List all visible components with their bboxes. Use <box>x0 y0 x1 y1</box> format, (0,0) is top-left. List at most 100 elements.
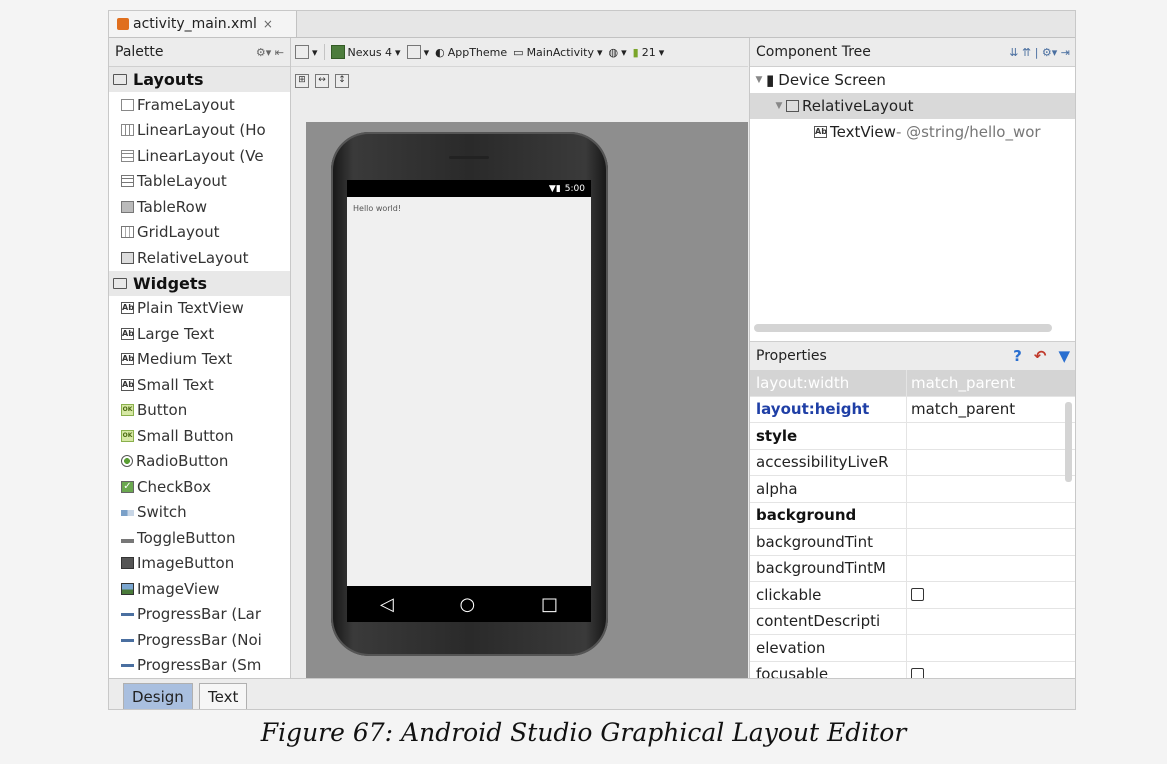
expand-icon[interactable]: ▼ <box>772 101 786 111</box>
property-key: style <box>750 423 907 449</box>
tree-tools-icon[interactable]: ⇊ ⇈ | ⚙▾ ⇥ <box>1009 46 1070 59</box>
properties-table: layout:width match_parent layout:height mat… <box>750 370 1075 688</box>
palette-item[interactable]: Ab Small Text <box>109 372 290 398</box>
property-key: layout:width <box>750 370 907 396</box>
activity-dropdown[interactable]: ▭ MainActivity ▾ <box>513 46 602 59</box>
property-checkbox[interactable] <box>911 588 924 602</box>
palette-item-label: ProgressBar (Noi <box>137 630 262 649</box>
palette-item[interactable]: LinearLayout (Ve <box>109 143 290 169</box>
device-dropdown[interactable]: Nexus 4 ▾ <box>330 45 401 59</box>
undo-icon[interactable]: ↶ <box>1034 347 1047 365</box>
api-label: 21 <box>641 45 656 59</box>
property-row[interactable]: contentDescripti <box>750 608 1075 635</box>
palette-category-layouts[interactable]: Layouts <box>109 67 290 92</box>
properties-scrollbar[interactable] <box>1065 402 1072 482</box>
property-value[interactable] <box>907 556 1075 582</box>
property-value[interactable] <box>907 503 1075 529</box>
palette-settings-icon[interactable]: ⚙▾ ⇤ <box>256 46 284 59</box>
palette-item[interactable]: LinearLayout (Ho <box>109 118 290 144</box>
property-key: elevation <box>750 635 907 661</box>
palette-item-label: LinearLayout (Ve <box>137 146 264 165</box>
palette-item[interactable]: OK Small Button <box>109 423 290 449</box>
property-value[interactable] <box>907 635 1075 661</box>
orientation-dropdown[interactable]: ▾ <box>406 45 429 59</box>
tree-horizontal-scrollbar[interactable] <box>754 324 1052 332</box>
property-key: background <box>750 502 907 528</box>
expand-horizontal-icon[interactable]: ↔ <box>315 74 329 88</box>
tab-design[interactable]: Design <box>123 683 193 709</box>
palette-item-label: Button <box>137 401 188 420</box>
palette-item[interactable]: RadioButton <box>109 449 290 475</box>
api-dropdown[interactable]: ▮ 21 ▾ <box>633 46 665 59</box>
palette-item[interactable]: TableLayout <box>109 169 290 195</box>
palette-item-label: Small Text <box>137 375 214 394</box>
close-tab-icon[interactable]: × <box>263 17 273 31</box>
tab-text[interactable]: Text <box>199 683 248 709</box>
ab-icon: Ab <box>121 353 134 366</box>
expand-icon[interactable]: ▼ <box>752 75 766 85</box>
property-value[interactable] <box>907 529 1075 555</box>
property-row[interactable]: backgroundTint <box>750 529 1075 556</box>
android-icon: ▮ <box>632 45 639 59</box>
property-value[interactable]: match_parent <box>907 397 1075 423</box>
hello-textview[interactable]: Hello world! <box>347 197 591 213</box>
preview-canvas[interactable]: ▼▮ 5:00 Hello world! ◁ ○ □ <box>306 122 748 678</box>
palette-item[interactable]: OK Button <box>109 398 290 424</box>
file-tab-activity-main[interactable]: activity_main.xml × <box>109 11 297 37</box>
phone-icon: ▮ <box>766 71 775 89</box>
property-row[interactable]: accessibilityLiveR <box>750 449 1075 476</box>
property-row[interactable]: alpha <box>750 476 1075 503</box>
property-value[interactable]: match_parent <box>907 370 1075 396</box>
property-row[interactable]: layout:width match_parent <box>750 370 1075 397</box>
palette-item-label: TableRow <box>137 197 207 216</box>
orientation-button[interactable]: ▾ <box>295 45 318 59</box>
palette-item[interactable]: RelativeLayout <box>109 245 290 271</box>
tree-node-label: TextView <box>830 123 896 141</box>
property-value[interactable] <box>907 609 1075 635</box>
palette-item-label: CheckBox <box>137 477 212 496</box>
filter-icon[interactable]: ▼ <box>1058 347 1070 365</box>
property-row[interactable]: backgroundTintM <box>750 555 1075 582</box>
locale-dropdown[interactable]: ◍ ▾ <box>609 46 627 59</box>
palette-item[interactable]: ProgressBar (Lar <box>109 602 290 628</box>
palette-category-widgets[interactable]: Widgets <box>109 270 290 296</box>
property-row[interactable]: style <box>750 423 1075 450</box>
property-key: clickable <box>750 582 907 608</box>
tree-node-textview[interactable]: Ab TextView - @string/hello_wor <box>750 119 1075 145</box>
help-icon[interactable]: ? <box>1013 347 1022 365</box>
palette-item[interactable]: Ab Medium Text <box>109 347 290 373</box>
palette-item[interactable]: ImageButton <box>109 551 290 577</box>
theme-dropdown[interactable]: ◐ AppTheme <box>435 46 507 59</box>
palette-item[interactable]: FrameLayout <box>109 92 290 118</box>
palette-item[interactable]: GridLayout <box>109 220 290 246</box>
palette-item[interactable]: ProgressBar (Noi <box>109 627 290 653</box>
device-icon <box>330 45 345 59</box>
palette-item[interactable]: ImageView <box>109 576 290 602</box>
tree-node-device-screen[interactable]: ▼ ▮ Device Screen <box>750 67 1075 93</box>
palette-list: Layouts FrameLayout LinearLayout (Ho Linear… <box>109 67 290 678</box>
palette-item[interactable]: ✓ CheckBox <box>109 474 290 500</box>
property-row[interactable]: clickable <box>750 582 1075 609</box>
tree-node-label: Device Screen <box>778 71 886 89</box>
zoom-fit-icon[interactable]: ⊞ <box>295 74 309 88</box>
palette-item[interactable]: Switch <box>109 500 290 526</box>
palette-item-label: Medium Text <box>137 350 233 369</box>
palette-item[interactable]: Ab Plain TextView <box>109 296 290 322</box>
palette-item[interactable]: Ab Large Text <box>109 321 290 347</box>
property-row[interactable]: layout:height match_parent <box>750 396 1075 423</box>
tree-node-relativelayout[interactable]: ▼ RelativeLayout <box>750 93 1075 119</box>
phone-screen[interactable]: ▼▮ 5:00 Hello world! <box>347 180 591 586</box>
expand-vertical-icon[interactable]: ↕ <box>335 74 349 88</box>
property-value[interactable] <box>907 476 1075 502</box>
palette-item[interactable]: TableRow <box>109 194 290 220</box>
property-value[interactable] <box>907 423 1075 449</box>
palette-item[interactable]: ProgressBar (Sm <box>109 653 290 679</box>
property-key: layout:height <box>750 396 907 422</box>
property-row[interactable]: background <box>750 502 1075 529</box>
palette-item-label: Plain TextView <box>137 299 244 318</box>
palette-item[interactable]: ToggleButton <box>109 525 290 551</box>
property-value[interactable] <box>907 582 1075 608</box>
property-value[interactable] <box>907 450 1075 476</box>
xml-file-icon <box>117 18 129 30</box>
property-row[interactable]: elevation <box>750 635 1075 662</box>
